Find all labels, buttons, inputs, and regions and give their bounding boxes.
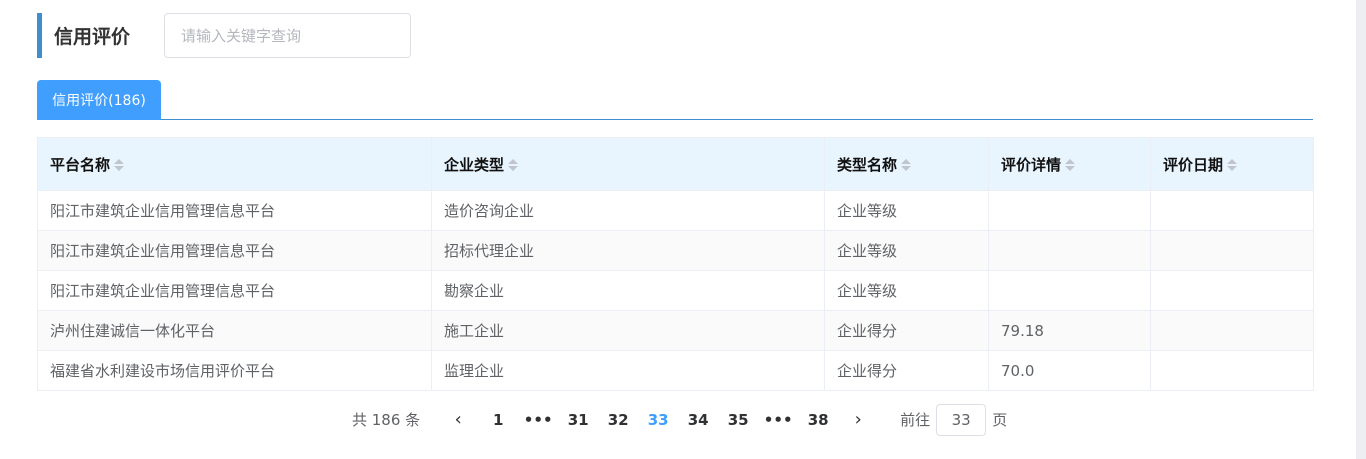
page-33-current[interactable]: 33	[638, 411, 678, 429]
pagination: 共 186 条 ‹ 1 ••• 31 32 33 34 35 ••• 38 › …	[352, 403, 1007, 436]
column-header-type-name[interactable]: 类型名称	[824, 137, 989, 191]
search-input[interactable]	[164, 13, 411, 58]
tab-credit-evaluation[interactable]: 信用评价(186)	[37, 80, 161, 120]
cell-company-type: 监理企业	[431, 350, 825, 391]
cell-platform: 阳江市建筑企业信用管理信息平台	[37, 270, 432, 311]
table-row[interactable]: 阳江市建筑企业信用管理信息平台 造价咨询企业 企业等级	[37, 190, 1314, 231]
cell-platform: 阳江市建筑企业信用管理信息平台	[37, 190, 432, 231]
cell-platform: 福建省水利建设市场信用评价平台	[37, 350, 432, 391]
cell-date	[1150, 190, 1314, 231]
page-31[interactable]: 31	[558, 411, 598, 429]
cell-type-name: 企业得分	[824, 310, 989, 351]
cell-date	[1150, 230, 1314, 271]
sort-icon[interactable]	[1227, 158, 1238, 172]
table-row[interactable]: 阳江市建筑企业信用管理信息平台 招标代理企业 企业等级	[37, 230, 1314, 271]
sort-icon[interactable]	[1065, 158, 1076, 172]
cell-platform: 泸州住建诚信一体化平台	[37, 310, 432, 351]
total-count: 共 186 条	[352, 411, 421, 429]
cell-details: 79.18	[988, 310, 1151, 351]
column-header-company-type[interactable]: 企业类型	[431, 137, 825, 191]
sort-icon[interactable]	[901, 158, 912, 172]
sort-icon[interactable]	[114, 158, 125, 172]
column-header-details[interactable]: 评价详情	[988, 137, 1151, 191]
chevron-right-icon[interactable]: ›	[838, 409, 878, 430]
column-header-platform[interactable]: 平台名称	[37, 137, 432, 191]
sort-icon[interactable]	[508, 158, 519, 172]
cell-company-type: 勘察企业	[431, 270, 825, 311]
page-header: 信用评价	[37, 13, 411, 58]
column-header-date[interactable]: 评价日期	[1150, 137, 1314, 191]
cell-details	[988, 270, 1151, 311]
cell-type-name: 企业得分	[824, 350, 989, 391]
cell-company-type: 造价咨询企业	[431, 190, 825, 231]
chevron-left-icon[interactable]: ‹	[438, 409, 478, 430]
goto-label: 前往	[900, 411, 931, 429]
cell-type-name: 企业等级	[824, 190, 989, 231]
page-32[interactable]: 32	[598, 411, 638, 429]
title-accent-bar	[37, 13, 42, 58]
page-title: 信用评价	[54, 26, 131, 48]
cell-type-name: 企业等级	[824, 270, 989, 311]
cell-platform: 阳江市建筑企业信用管理信息平台	[37, 230, 432, 271]
table-row[interactable]: 福建省水利建设市场信用评价平台 监理企业 企业得分 70.0	[37, 350, 1314, 391]
page-35[interactable]: 35	[718, 411, 758, 429]
cell-date	[1150, 350, 1314, 391]
page-1[interactable]: 1	[478, 411, 518, 429]
cell-date	[1150, 270, 1314, 311]
table-header-row: 平台名称 企业类型 类型名称 评价详情 评价日期	[37, 137, 1314, 191]
cell-date	[1150, 310, 1314, 351]
page-34[interactable]: 34	[678, 411, 718, 429]
page-scrollbar-gutter	[1356, 0, 1366, 459]
page-ellipsis-next[interactable]: •••	[758, 411, 798, 429]
credit-table: 平台名称 企业类型 类型名称 评价详情 评价日期 阳江市建筑企业信用管理信息平台…	[37, 137, 1314, 391]
cell-details	[988, 230, 1151, 271]
goto-suffix: 页	[992, 411, 1008, 429]
tab-bar: 信用评价(186)	[37, 80, 1313, 120]
cell-type-name: 企业等级	[824, 230, 989, 271]
cell-company-type: 招标代理企业	[431, 230, 825, 271]
cell-details	[988, 190, 1151, 231]
table-row[interactable]: 泸州住建诚信一体化平台 施工企业 企业得分 79.18	[37, 310, 1314, 351]
table-row[interactable]: 阳江市建筑企业信用管理信息平台 勘察企业 企业等级	[37, 270, 1314, 311]
cell-company-type: 施工企业	[431, 310, 825, 351]
goto-page-input[interactable]	[936, 403, 987, 436]
cell-details: 70.0	[988, 350, 1151, 391]
page-38[interactable]: 38	[798, 411, 838, 429]
page-ellipsis-prev[interactable]: •••	[518, 411, 558, 429]
